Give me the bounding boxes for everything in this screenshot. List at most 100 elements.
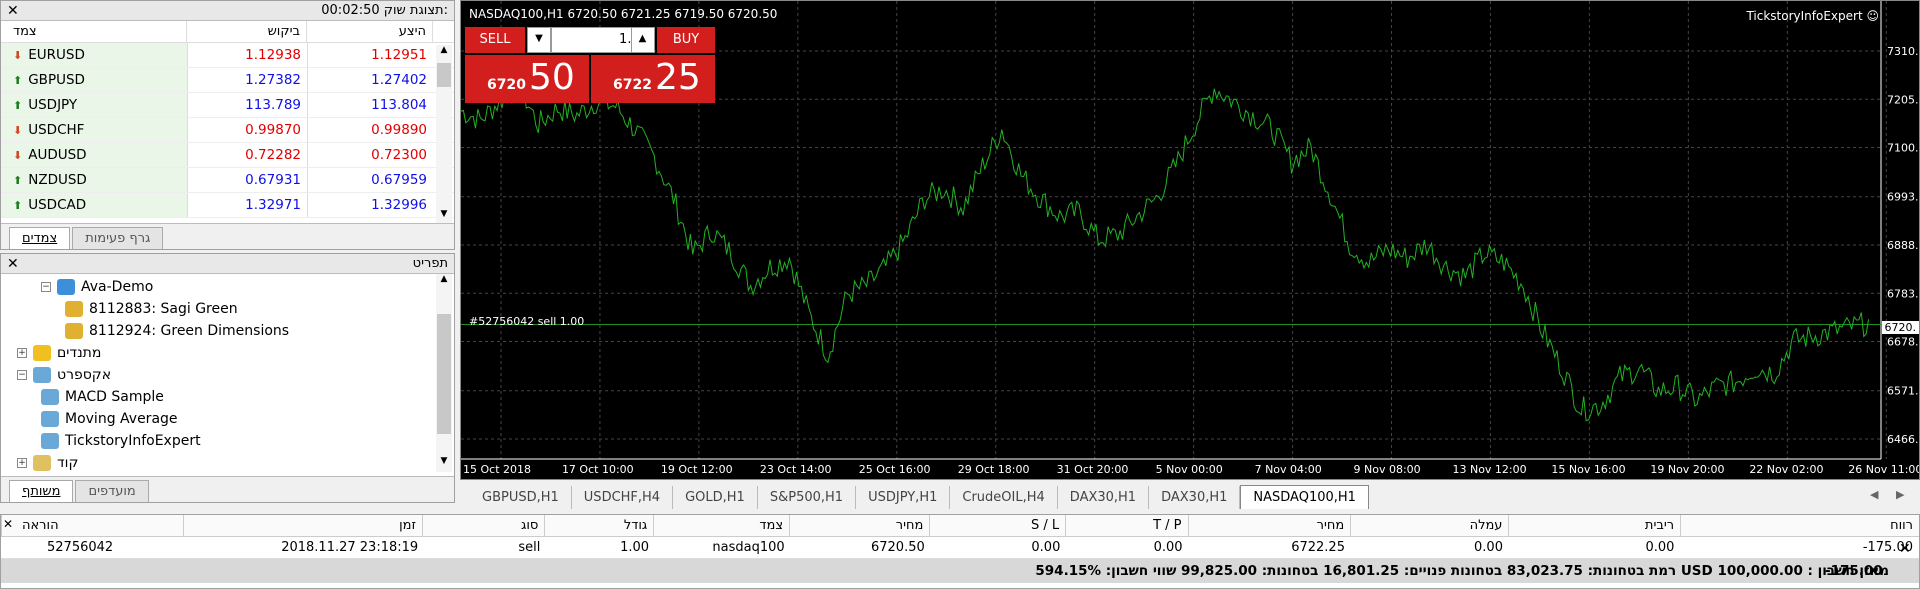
- list-item[interactable]: ⬇ EURUSD 1.12938 1.12951: [1, 43, 454, 68]
- tree-item-label: קוד: [57, 455, 79, 471]
- y-tick-label: 6466.: [1887, 433, 1919, 446]
- col-bid[interactable]: ביקוש: [187, 21, 307, 42]
- tabs-scroll-right-icon[interactable]: ▶: [1896, 488, 1904, 501]
- table-cell: 0.00: [1474, 540, 1503, 555]
- chart-tab[interactable]: GBPUSD,H1: [470, 485, 572, 509]
- chart-tab[interactable]: S&P500,H1: [758, 485, 857, 509]
- y-tick-label: 6888.: [1887, 239, 1919, 252]
- column-header[interactable]: רווח: [1680, 515, 1919, 536]
- bid-price: 0.99870: [187, 118, 307, 142]
- buy-price-big: 25: [655, 57, 701, 98]
- column-header[interactable]: עמלה: [1350, 515, 1508, 536]
- scroll-up-icon[interactable]: ▲: [436, 45, 452, 61]
- ask-price: 0.67959: [307, 168, 433, 192]
- scroll-down-icon[interactable]: ▼: [436, 456, 452, 472]
- scroll-up-icon[interactable]: ▲: [436, 274, 452, 290]
- terminal-panel: הוראה זמן סוג גודל צמד מחיר S / LT / P מחיר עמלה…: [0, 514, 1920, 589]
- x-tick-label: 22 Nov 02:00: [1749, 463, 1823, 476]
- tab-symbols[interactable]: צמדים: [9, 227, 71, 249]
- tree-item[interactable]: 8112924: Green Dimensions: [1, 320, 454, 342]
- expert-icon: [41, 411, 59, 427]
- column-header[interactable]: סוג: [421, 515, 544, 536]
- col-symbol[interactable]: צמד: [1, 21, 187, 42]
- column-header[interactable]: S / L: [929, 515, 1065, 536]
- expand-icon[interactable]: +: [17, 348, 27, 358]
- tab-common[interactable]: משותף: [9, 480, 74, 502]
- list-item[interactable]: ⬆ NZDUSD 0.67931 0.67959: [1, 168, 454, 193]
- list-item[interactable]: ⬇ AUDUSD 0.72282 0.72300: [1, 143, 454, 168]
- close-icon[interactable]: ✕: [7, 3, 19, 19]
- sell-price-box[interactable]: 6720 50: [465, 55, 589, 103]
- tree-item[interactable]: + קוד: [1, 452, 454, 472]
- column-header[interactable]: T / P: [1065, 515, 1187, 536]
- lot-decrease-icon[interactable]: ▼: [527, 27, 551, 53]
- arrow-down-icon: ⬇: [13, 48, 23, 62]
- tree-item[interactable]: + מתנדים: [1, 342, 454, 364]
- chart-tab[interactable]: USDJPY,H1: [856, 485, 951, 509]
- col-ask[interactable]: היצע: [307, 21, 433, 42]
- list-item[interactable]: ⬆ USDCAD 1.32971 1.32996: [1, 193, 454, 218]
- tree-item[interactable]: TickstoryInfoExpert: [1, 430, 454, 452]
- column-header[interactable]: זמן: [183, 515, 422, 536]
- list-item[interactable]: ⬇ USDCHF 0.99870 0.99890: [1, 118, 454, 143]
- expert-label: TickstoryInfoExpert ☺: [1746, 9, 1879, 23]
- market-watch-scrollbar[interactable]: ▲ ▼: [436, 45, 452, 225]
- close-icon[interactable]: ✕: [3, 517, 13, 531]
- arrow-down-icon: ⬇: [13, 123, 23, 137]
- indicators-icon: [33, 345, 51, 361]
- tree-item-label: Ava-Demo: [81, 279, 154, 295]
- collapse-icon[interactable]: −: [17, 370, 27, 380]
- close-order-icon[interactable]: ✕: [1899, 541, 1911, 557]
- list-item[interactable]: ⬆ USDJPY 113.789 113.804: [1, 93, 454, 118]
- collapse-icon[interactable]: −: [41, 282, 51, 292]
- symbol-name: USDJPY: [28, 97, 78, 113]
- x-tick-label: 23 Oct 14:00: [760, 463, 832, 476]
- tree-item-label: Moving Average: [65, 411, 178, 427]
- symbol-name: USDCHF: [28, 122, 85, 138]
- buy-price-small: 6722: [613, 77, 652, 93]
- chart-tab[interactable]: USDCHF,H4: [572, 485, 674, 509]
- column-header[interactable]: מחיר: [1187, 515, 1351, 536]
- arrow-up-icon: ⬆: [13, 173, 23, 187]
- chart-tab[interactable]: CrudeOIL,H4: [950, 485, 1058, 509]
- close-icon[interactable]: ✕: [7, 256, 19, 272]
- column-header[interactable]: צמד: [653, 515, 789, 536]
- buy-button[interactable]: BUY: [657, 27, 715, 53]
- chart-tab[interactable]: DAX30,H1: [1149, 485, 1241, 509]
- column-header[interactable]: מחיר: [789, 515, 929, 536]
- symbol-name: EURUSD: [28, 47, 85, 63]
- chart-tab[interactable]: NASDAQ100,H1: [1240, 485, 1369, 509]
- tree-item[interactable]: − אקספרט: [1, 364, 454, 386]
- sell-button[interactable]: SELL: [465, 27, 525, 53]
- tree-item-label: MACD Sample: [65, 389, 164, 405]
- column-header[interactable]: הוראה: [1, 515, 183, 536]
- chart-window[interactable]: 7310. 7205. 7100. 6993. 6888. 6783. 6678. 6571.…: [460, 0, 1920, 480]
- lot-increase-icon[interactable]: ▲: [631, 28, 653, 52]
- tab-favorites[interactable]: מועדפים: [75, 480, 149, 502]
- tree-item[interactable]: Moving Average: [1, 408, 454, 430]
- tree-item[interactable]: MACD Sample: [1, 386, 454, 408]
- chart-tab[interactable]: GOLD,H1: [673, 485, 758, 509]
- x-tick-label: 5 Nov 00:00: [1156, 463, 1223, 476]
- chart-tab[interactable]: DAX30,H1: [1058, 485, 1150, 509]
- navigator-scrollbar[interactable]: ▲ ▼: [436, 274, 452, 472]
- column-header[interactable]: גודל: [544, 515, 653, 536]
- column-header[interactable]: ריבית: [1508, 515, 1680, 536]
- tabs-scroll-left-icon[interactable]: ◀: [1870, 488, 1878, 501]
- x-tick-label: 9 Nov 08:00: [1354, 463, 1421, 476]
- expand-icon[interactable]: +: [17, 458, 27, 468]
- market-watch-header: צמד ביקוש היצע: [1, 21, 454, 43]
- table-cell: 6720.50: [870, 540, 925, 555]
- navigator-title-bar: ✕ תפריט: [1, 254, 454, 274]
- tree-item[interactable]: − Ava-Demo: [1, 276, 454, 298]
- symbol-name: USDCAD: [28, 197, 87, 213]
- ask-price: 1.32996: [307, 193, 433, 217]
- balance-profit: -175.00: [1825, 563, 1883, 579]
- table-cell: 1.00: [620, 540, 650, 555]
- tree-item[interactable]: 8112883: Sagi Green: [1, 298, 454, 320]
- list-item[interactable]: ⬆ GBPUSD 1.27382 1.27402: [1, 68, 454, 93]
- buy-price-box[interactable]: 6722 25: [591, 55, 715, 103]
- table-row[interactable]: 52756042 2018.11.27 23:18:19 sell 1.00 nasda…: [1, 537, 1919, 559]
- arrow-up-icon: ⬆: [13, 98, 23, 112]
- tab-tick-chart[interactable]: גרף פעימות: [72, 227, 164, 249]
